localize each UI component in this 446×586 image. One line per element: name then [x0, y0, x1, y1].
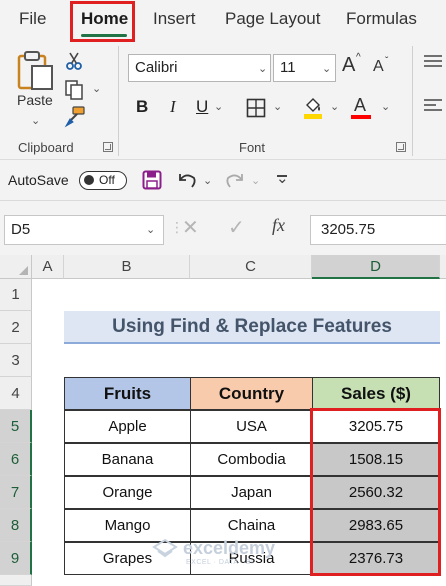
header-fruits[interactable]: Fruits	[64, 377, 191, 410]
formula-input[interactable]: 3205.75	[310, 215, 446, 245]
row-header-7[interactable]: 7	[0, 476, 32, 509]
header-sales[interactable]: Sales ($)	[312, 377, 440, 410]
copy-icon[interactable]	[64, 79, 86, 101]
formula-bar-dots-icon: ⋮	[170, 219, 184, 235]
undo-icon[interactable]	[176, 170, 198, 190]
cell-fruit[interactable]: Apple	[64, 410, 191, 443]
group-divider	[412, 46, 413, 156]
shrink-font-icon[interactable]: A	[373, 58, 384, 76]
row-header-3[interactable]: 3	[0, 344, 32, 377]
select-all-corner[interactable]	[0, 255, 32, 279]
underline-button[interactable]: U	[196, 97, 208, 117]
font-color-icon[interactable]: A	[354, 95, 366, 116]
grow-font-arrow-icon: ^	[356, 52, 361, 63]
borders-icon[interactable]	[246, 98, 266, 118]
cell-country[interactable]: Japan	[190, 476, 313, 509]
menu-page-layout[interactable]: Page Layout	[225, 9, 320, 29]
paste-button[interactable]: Paste	[17, 92, 53, 108]
clipboard-launcher-icon[interactable]	[103, 142, 113, 152]
italic-button[interactable]: I	[170, 97, 176, 117]
row-header-4[interactable]: 4	[0, 377, 32, 410]
name-box-value: D5	[11, 221, 31, 238]
watermark-text: exceldemy	[183, 538, 276, 558]
cut-icon[interactable]	[64, 51, 84, 71]
row-header-1[interactable]: 1	[0, 279, 32, 311]
name-box[interactable]: D5	[4, 215, 164, 245]
shrink-font-arrow-icon: ˇ	[385, 56, 389, 67]
autosave-toggle[interactable]: Off	[79, 171, 127, 190]
cancel-icon[interactable]: ✕	[182, 215, 199, 240]
name-box-chevron-icon[interactable]: ⌄	[146, 223, 155, 236]
font-size-chevron-icon[interactable]: ⌄	[322, 62, 331, 75]
row-header-8[interactable]: 8	[0, 509, 32, 542]
paste-dropdown-icon[interactable]: ⌄	[31, 114, 40, 127]
redo-dropdown-icon[interactable]: ⌄	[251, 174, 260, 187]
paste-icon[interactable]	[16, 50, 56, 92]
row-header-6[interactable]: 6	[0, 443, 32, 476]
menu-insert[interactable]: Insert	[153, 9, 196, 29]
sheet-title[interactable]: Using Find & Replace Features	[64, 311, 440, 344]
column-header-a[interactable]: A	[32, 255, 64, 279]
worksheet-grid[interactable]: A B C D 1 2 3 4 5 6 7 8 9 Using Find & R…	[0, 255, 446, 586]
font-name-value: Calibri	[135, 59, 178, 76]
exceldemy-logo-icon	[152, 538, 178, 558]
font-name-select[interactable]: Calibri	[128, 54, 271, 82]
customize-qat-bar	[277, 175, 287, 177]
autosave-label: AutoSave	[8, 172, 69, 188]
cell-fruit[interactable]: Banana	[64, 443, 191, 476]
selection-highlight-box	[310, 408, 441, 576]
underline-dropdown-icon[interactable]: ⌄	[214, 100, 223, 113]
formula-bar: D5 ⌄ ⋮ ✕ ✓ fx 3205.75	[0, 201, 446, 255]
header-country[interactable]: Country	[190, 377, 313, 410]
cell-country[interactable]: Combodia	[190, 443, 313, 476]
watermark-subtext: EXCEL · DATA · BI	[186, 559, 254, 566]
enter-icon[interactable]: ✓	[228, 215, 245, 240]
bold-button[interactable]: B	[136, 97, 148, 117]
copy-dropdown-icon[interactable]: ⌄	[92, 82, 101, 95]
fill-color-dropdown-icon[interactable]: ⌄	[330, 100, 339, 113]
row-header-10[interactable]	[0, 575, 32, 586]
row-header-9[interactable]: 9	[0, 542, 32, 575]
font-group-label: Font	[239, 140, 266, 155]
home-highlight-box	[70, 1, 135, 42]
clipboard-group-label: Clipboard	[18, 140, 74, 155]
menu-formulas[interactable]: Formulas	[346, 9, 417, 29]
quick-access-toolbar: AutoSave Off ⌄ ⌄ ⌄	[0, 160, 446, 201]
insert-function-icon[interactable]: fx	[272, 215, 285, 236]
font-name-chevron-icon[interactable]: ⌄	[258, 62, 267, 75]
align-top-icon[interactable]	[424, 54, 444, 72]
align-left-icon[interactable]	[424, 98, 444, 116]
menu-bar: File Home Insert Page Layout Formulas	[0, 0, 446, 42]
column-header-c[interactable]: C	[190, 255, 312, 279]
grow-font-icon[interactable]: A	[342, 54, 355, 77]
column-header-e[interactable]	[440, 255, 446, 279]
font-size-value: 11	[280, 59, 296, 76]
font-launcher-icon[interactable]	[396, 142, 406, 152]
row-header-2[interactable]: 2	[0, 311, 32, 344]
borders-dropdown-icon[interactable]: ⌄	[273, 100, 282, 113]
toggle-knob	[84, 175, 94, 185]
row-header-5[interactable]: 5	[0, 410, 32, 443]
cell-country[interactable]: USA	[190, 410, 313, 443]
font-color-swatch	[351, 115, 371, 119]
customize-qat-icon[interactable]: ⌄	[276, 169, 289, 187]
menu-file[interactable]: File	[19, 9, 46, 29]
fill-color-icon[interactable]	[302, 96, 324, 120]
font-color-dropdown-icon[interactable]: ⌄	[381, 100, 390, 113]
autosave-state: Off	[99, 173, 115, 187]
format-painter-icon[interactable]	[64, 106, 86, 128]
save-icon[interactable]	[142, 170, 162, 190]
formula-input-value: 3205.75	[321, 221, 376, 238]
column-header-d[interactable]: D	[312, 255, 440, 279]
redo-icon[interactable]	[224, 170, 246, 190]
ribbon: Paste ⌄ ⌄ Clipboard Calibri ⌄ 11 ⌄ A ^ A…	[0, 42, 446, 160]
cell-fruit[interactable]: Orange	[64, 476, 191, 509]
undo-dropdown-icon[interactable]: ⌄	[203, 174, 212, 187]
group-divider	[118, 46, 119, 156]
column-header-b[interactable]: B	[64, 255, 190, 279]
